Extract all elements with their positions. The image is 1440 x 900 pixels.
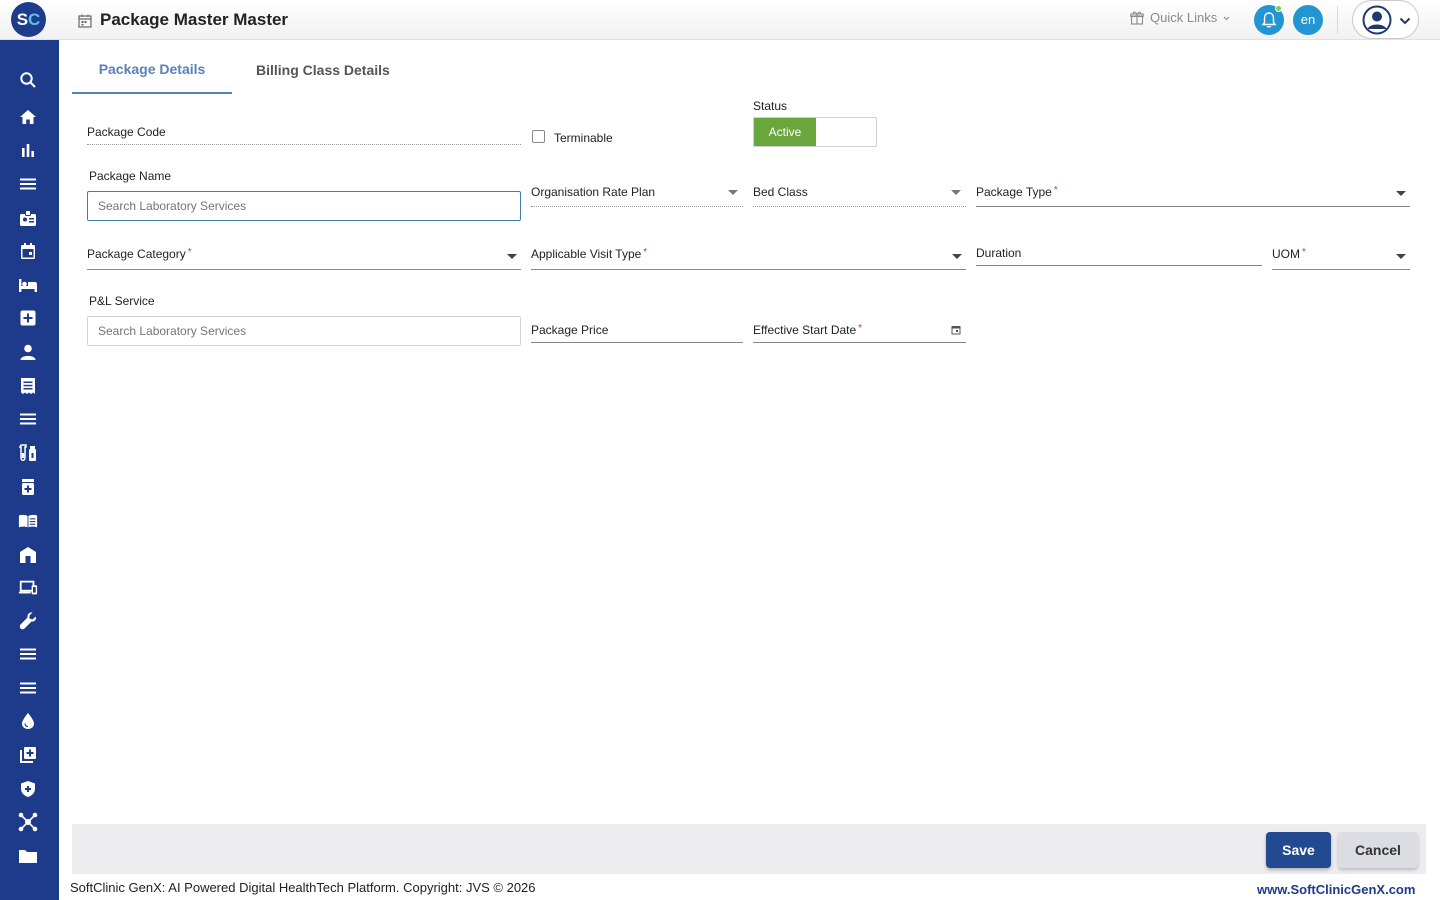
chevron-down-icon[interactable] (952, 254, 962, 259)
calendar-icon[interactable] (951, 325, 961, 335)
package-type-label: Package Type * (976, 185, 1058, 199)
package-code-label: Package Code (87, 125, 166, 139)
logo-letter-c: C (28, 10, 41, 29)
package-price-label: Package Price (531, 323, 609, 337)
sidebar-building-icon[interactable] (18, 545, 38, 565)
package-name-search-input[interactable] (87, 191, 521, 221)
package-category-select[interactable] (87, 269, 521, 270)
cancel-button[interactable]: Cancel (1338, 832, 1418, 868)
logo-letter-s: S (16, 10, 29, 29)
save-button[interactable]: Save (1266, 832, 1331, 868)
app-logo[interactable]: SC (11, 2, 46, 37)
sidebar-wrench-icon[interactable] (18, 611, 38, 631)
chevron-down-icon (1223, 16, 1230, 21)
header-divider (1337, 6, 1338, 34)
applicable-visit-type-label: Applicable Visit Type * (531, 247, 647, 261)
sidebar-devices-icon[interactable] (18, 578, 38, 598)
sidebar-folder-icon[interactable] (18, 846, 38, 866)
chevron-down-icon[interactable] (507, 254, 517, 259)
bed-class-label: Bed Class (753, 185, 808, 199)
bed-class-select[interactable] (753, 206, 966, 207)
footer-copyright: SoftClinic GenX: AI Powered Digital Heal… (70, 880, 536, 895)
pl-service-search-input[interactable] (87, 316, 521, 346)
sidebar-bed-icon[interactable] (18, 275, 38, 295)
action-bar (72, 824, 1426, 874)
required-mark: * (1053, 185, 1058, 196)
page-title: Package Master Master (100, 10, 289, 29)
effective-start-date-input[interactable] (753, 342, 966, 343)
required-mark: * (858, 323, 863, 334)
uom-select[interactable] (1272, 269, 1410, 270)
organisation-rate-plan-label: Organisation Rate Plan (531, 185, 656, 199)
language-button[interactable]: en (1293, 5, 1323, 35)
chevron-down-icon[interactable] (951, 190, 961, 195)
chevron-down-icon[interactable] (1396, 191, 1406, 196)
package-category-label-text: Package Category (87, 247, 186, 261)
gift-icon (1130, 11, 1144, 25)
sidebar-pharmacy-icon[interactable] (18, 477, 38, 497)
sidebar (0, 40, 59, 900)
required-mark: * (187, 247, 192, 258)
sidebar-menu-icon[interactable] (18, 174, 38, 194)
chevron-down-icon[interactable] (1396, 254, 1406, 259)
tab-package-details[interactable]: Package Details (72, 61, 232, 94)
sidebar-bar-chart-icon[interactable] (18, 140, 38, 160)
chevron-down-icon (1399, 17, 1411, 25)
sidebar-menu-icon[interactable] (18, 678, 38, 698)
uom-label: UOM * (1272, 247, 1306, 261)
sidebar-shield-icon[interactable] (18, 779, 38, 799)
sidebar-home-icon[interactable] (18, 107, 38, 127)
status-active-option[interactable]: Active (754, 118, 816, 146)
terminable-checkbox[interactable] (532, 130, 545, 143)
required-mark: * (1302, 247, 1306, 258)
user-menu-button[interactable] (1352, 0, 1419, 39)
applicable-visit-type-label-text: Applicable Visit Type (531, 247, 642, 261)
sidebar-book-icon[interactable] (18, 511, 38, 531)
status-toggle[interactable]: Active (753, 117, 877, 147)
duration-label: Duration (976, 246, 1022, 260)
top-header: SC Package Master Master Quick Links en (0, 0, 1440, 40)
tab-billing-class-details[interactable]: Billing Class Details (256, 62, 390, 78)
package-category-label: Package Category * (87, 247, 192, 261)
sidebar-list-icon[interactable] (18, 409, 38, 429)
effective-start-date-label-text: Effective Start Date (753, 323, 857, 337)
uom-label-text: UOM (1272, 247, 1300, 261)
package-type-label-text: Package Type (976, 185, 1052, 199)
applicable-visit-type-select[interactable] (531, 269, 966, 270)
sidebar-menu-icon[interactable] (18, 644, 38, 664)
quick-links-menu[interactable]: Quick Links (1130, 10, 1230, 25)
package-code-input[interactable] (87, 144, 521, 145)
sidebar-receipt-icon[interactable] (18, 376, 38, 396)
package-price-input[interactable] (531, 342, 743, 343)
sidebar-add-library-icon[interactable] (18, 745, 38, 765)
duration-input[interactable] (976, 265, 1262, 266)
page-icon (78, 14, 92, 28)
package-name-label: Package Name (89, 169, 172, 183)
sidebar-search-icon[interactable] (18, 70, 38, 90)
footer-website-link[interactable]: www.SoftClinicGenX.com (1257, 882, 1415, 897)
quick-links-label: Quick Links (1150, 10, 1218, 25)
terminable-label: Terminable (554, 131, 613, 145)
chevron-down-icon[interactable] (728, 190, 738, 195)
notification-dot (1275, 5, 1282, 12)
organisation-rate-plan-select[interactable] (531, 206, 743, 207)
effective-start-date-label: Effective Start Date * (753, 323, 862, 337)
sidebar-calendar-icon[interactable] (18, 241, 38, 261)
package-type-select[interactable] (976, 206, 1410, 207)
sidebar-id-badge-icon[interactable] (18, 208, 38, 228)
sidebar-medical-plus-icon[interactable] (18, 308, 38, 328)
sidebar-drop-icon[interactable] (18, 711, 38, 731)
status-label: Status (753, 99, 788, 113)
notifications-button[interactable] (1254, 5, 1284, 35)
sidebar-person-icon[interactable] (18, 342, 38, 362)
avatar-icon (1362, 5, 1392, 35)
sidebar-network-icon[interactable] (18, 812, 38, 832)
required-mark: * (643, 247, 648, 258)
pl-service-label: P&L Service (89, 294, 155, 308)
sidebar-lab-test-icon[interactable] (18, 443, 38, 463)
